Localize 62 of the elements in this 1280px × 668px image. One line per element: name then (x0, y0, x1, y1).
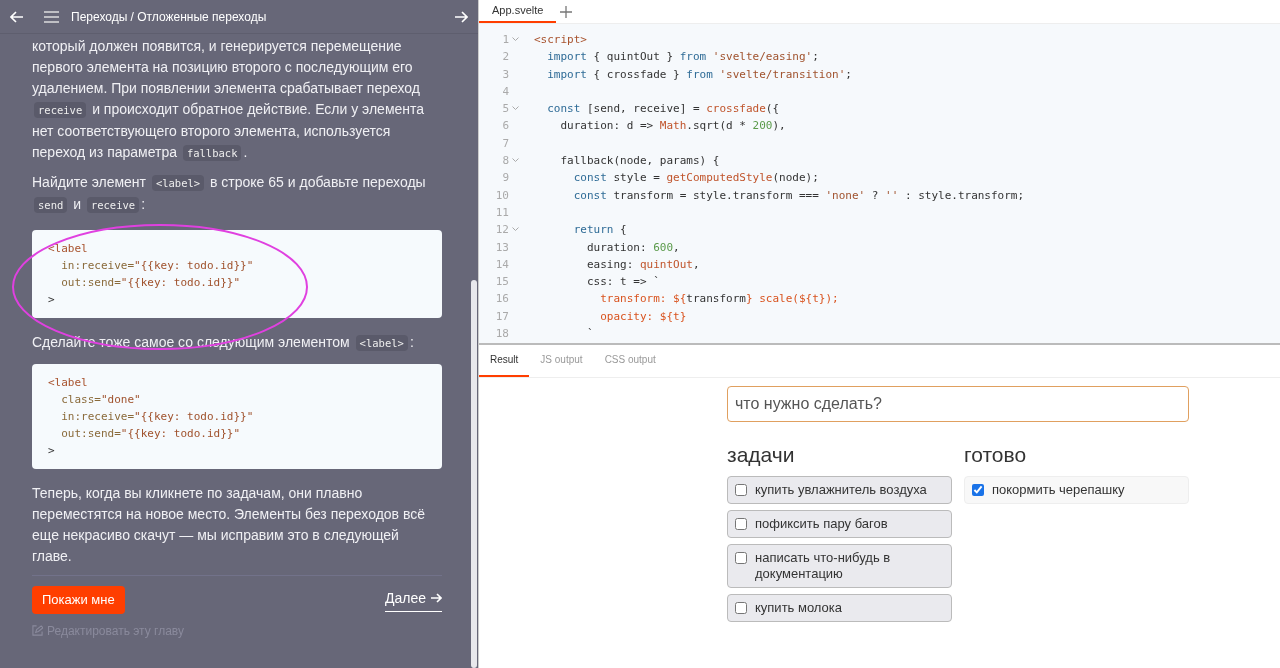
next-link[interactable]: Далее (385, 587, 442, 612)
code-line: duration: 600, (585, 239, 680, 256)
code-line: css: t => ` (585, 274, 660, 291)
todo-input[interactable]: что нужно сделать? (727, 386, 1189, 422)
paragraph: который должен появится, и генерируется перемещение первого элемента на позицию второго с последующим его удалением. При появлении элемента срабатывает переход receive и происходит обратное действие. Если у элемента нет соответствующего второго элемента, используется переход из параметра fallback . (32, 37, 426, 163)
add-tab-icon[interactable] (560, 5, 573, 18)
checkbox[interactable] (735, 552, 747, 564)
todo-item[interactable]: купить увлажнитель воздуха (727, 476, 952, 504)
code-line: const [send, receive] = crossfade({ (546, 101, 780, 118)
line-number: 17 (494, 308, 509, 325)
checkbox[interactable] (972, 484, 984, 496)
line-number: 2 (501, 49, 509, 66)
checkbox[interactable] (735, 518, 747, 530)
column-heading: готово (964, 442, 1028, 468)
forward-arrow-icon[interactable] (454, 9, 468, 24)
show-me-button[interactable]: Покажи мне (32, 586, 125, 614)
line-number: 16 (494, 291, 509, 308)
code-line: import { quintOut } from 'svelte/easing'; (546, 49, 819, 66)
line-number: 1 (501, 32, 509, 48)
scrollbar[interactable] (471, 280, 477, 668)
column-heading: задачи (727, 442, 796, 468)
output-tab[interactable]: Result (479, 344, 530, 377)
line-number: 14 (494, 256, 509, 273)
code-line: fallback(node, params) { (559, 153, 720, 170)
code-line: import { crossfade } from 'svelte/transition'; (546, 66, 852, 83)
line-number: 13 (494, 239, 509, 256)
todo-item[interactable]: купить молока (727, 594, 952, 622)
checkbox[interactable] (735, 602, 747, 614)
line-number: 18 (494, 326, 509, 343)
breadcrumb[interactable]: Переходы / Отложенные переходы (71, 7, 442, 26)
code-block: <label class="done" in:receive="{{key: todo.id}}" out:send="{{key: todo.id}}" > (32, 364, 442, 469)
code-line: <script> (534, 32, 587, 48)
line-number: 7 (501, 135, 509, 152)
back-arrow-icon[interactable] (10, 9, 24, 24)
code-line: opacity: ${t} (599, 308, 687, 325)
menu-icon[interactable] (44, 10, 59, 23)
todo-item[interactable]: написать что-нибудь в документацию (727, 544, 952, 588)
todo-item[interactable]: покормить черепашку (964, 476, 1189, 504)
line-number: 10 (494, 187, 509, 204)
todo-item[interactable]: пофиксить пару багов (727, 510, 952, 538)
code-line: const transform = style.transform === 'none' ? '' : style.transform; (572, 187, 1025, 204)
line-number: 6 (501, 118, 509, 135)
code-line: duration: d => Math.sqrt(d * 200), (559, 118, 786, 135)
code-block: <label in:receive="{{key: todo.id}}" out:send="{{key: todo.id}}" > (32, 230, 442, 318)
code-line: transform: ${transform} scale(${t}); (599, 291, 839, 308)
code-line: easing: quintOut, (585, 256, 700, 273)
arrow-icon (430, 592, 442, 605)
paragraph: Найдите элемент <label> в строке 65 и добавьте переходы send и receive : (32, 173, 427, 215)
code-line: const style = getComputedStyle(node); (572, 170, 819, 187)
line-number: 12 (494, 222, 509, 239)
code-line: return { (572, 222, 627, 239)
line-number: 4 (501, 83, 509, 100)
line-number: 9 (501, 170, 509, 187)
line-number: 15 (494, 274, 509, 291)
line-number: 8 (501, 153, 509, 170)
line-number: 5 (501, 101, 509, 118)
line-number: 11 (494, 204, 509, 221)
line-number: 3 (501, 66, 509, 83)
paragraph: Теперь, когда вы кликнете по задачам, они плавно переместятся на новое место. Элементы без переходов всё еще некрасиво скачут — мы исправим это в следующей главе. (32, 484, 426, 566)
checkbox[interactable] (735, 484, 747, 496)
edit-icon (32, 625, 43, 636)
code-line: ` (585, 326, 594, 343)
